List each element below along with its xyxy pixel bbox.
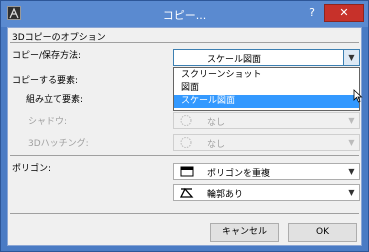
hatching-select[interactable]: なし ▼ [173, 134, 360, 151]
shadow-label: シャドウ: [28, 117, 68, 127]
elements-label: コピーする要素: [12, 76, 79, 86]
dropdown-option-screenshot[interactable]: スクリーンショット [174, 69, 359, 82]
polygon-outline-select[interactable]: 輪郭あり ▼ [173, 184, 360, 201]
chevron-down-icon[interactable]: ▼ [343, 50, 359, 65]
outline-icon [179, 187, 194, 198]
polygon-outline-value: 輪郭あり [207, 190, 244, 200]
hatching-value: なし [207, 140, 226, 150]
close-button[interactable]: ✕ [324, 4, 364, 22]
cancel-button[interactable]: キャンセル [210, 223, 279, 242]
polygon-fill-value: ポリゴンを重複 [207, 169, 271, 179]
assembly-label: 組み立て要素: [26, 95, 84, 105]
divider [10, 155, 359, 156]
dialog-window: コピー... ? ✕ 3Dコピーのオプション コピー/保存方法: スケール図面 … [0, 0, 369, 252]
hatching-label: 3Dハッチング: [28, 139, 89, 149]
chevron-down-icon: ▼ [348, 116, 355, 125]
copy-method-label: コピー/保存方法: [12, 51, 82, 61]
shadow-select[interactable]: なし ▼ [173, 112, 360, 129]
copy-method-select[interactable]: スケール図面 ▼ [173, 49, 360, 66]
divider [10, 213, 359, 214]
help-button[interactable]: ? [303, 5, 321, 21]
dropdown-option-drawing[interactable]: 図面 [174, 82, 359, 95]
dotted-circle-icon [179, 114, 193, 130]
polygon-label: ポリゴン: [12, 164, 52, 174]
chevron-down-icon[interactable]: ▼ [344, 185, 359, 200]
title-bar[interactable]: コピー... ? ✕ [1, 1, 368, 27]
section-divider [10, 42, 359, 43]
chevron-down-icon: ▼ [348, 138, 355, 147]
copy-method-value: スケール図面 [207, 55, 262, 65]
polygon-fill-icon [180, 166, 194, 177]
chevron-down-icon[interactable]: ▼ [344, 164, 359, 179]
dropdown-option-scale-drawing[interactable]: スケール図面 [174, 95, 359, 108]
mouse-cursor-icon [353, 89, 363, 103]
dialog-body: 3Dコピーのオプション コピー/保存方法: スケール図面 ▼ スクリーンショット… [7, 27, 363, 246]
polygon-fill-select[interactable]: ポリゴンを重複 ▼ [173, 163, 360, 180]
dotted-circle-icon [179, 136, 193, 152]
shadow-value: なし [207, 118, 226, 128]
ok-button[interactable]: OK [288, 223, 357, 242]
copy-method-dropdown: スクリーンショット 図面 スケール図面 [173, 67, 360, 111]
